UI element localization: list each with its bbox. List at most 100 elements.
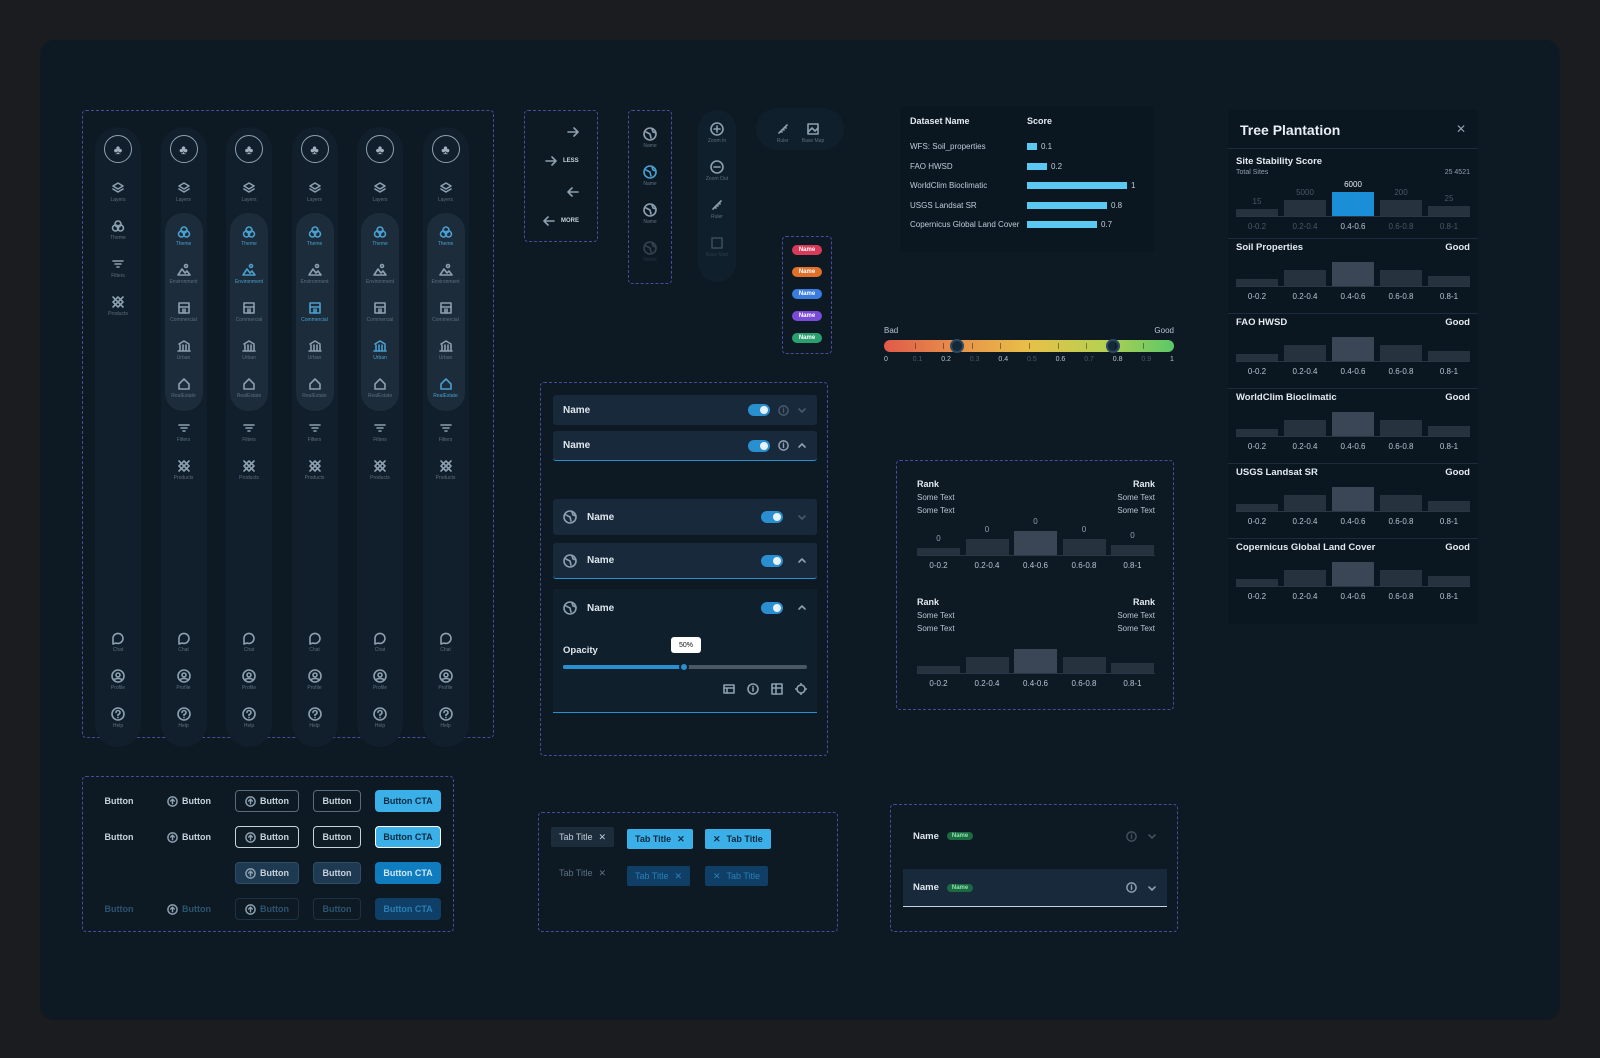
table-icon[interactable]: [723, 683, 735, 695]
chevron-down-icon[interactable]: [1147, 831, 1157, 841]
tree-logo-icon[interactable]: ♣: [300, 135, 329, 163]
sidebar-item-urban[interactable]: Urban: [165, 331, 203, 369]
close-icon[interactable]: ✕: [677, 834, 685, 845]
text-button[interactable]: Button: [97, 790, 141, 812]
tab-disabled-active[interactable]: Tab Title ✕: [627, 866, 691, 886]
layer-toggle[interactable]: [748, 439, 770, 452]
sidebar-item-chat[interactable]: Chat: [423, 623, 469, 661]
tab-disabled[interactable]: Tab Title ✕: [551, 863, 614, 883]
zoom-out-button[interactable]: Zoom Out: [698, 152, 736, 190]
cta-button[interactable]: Button CTA: [375, 790, 441, 812]
icon-text-button[interactable]: Button: [159, 790, 219, 812]
sidebar-item-help[interactable]: Help: [95, 699, 141, 737]
sidebar-item-help[interactable]: Help: [292, 699, 338, 737]
sidebar-item-filters[interactable]: Filters: [161, 413, 207, 451]
target-icon[interactable]: [795, 683, 807, 695]
close-icon[interactable]: ✕: [599, 868, 607, 879]
sidebar-item-profile[interactable]: Profile: [357, 661, 403, 699]
less-button[interactable]: LESS: [545, 155, 579, 167]
chevron-up-icon[interactable]: [797, 603, 807, 613]
sidebar-item-urban[interactable]: Urban: [427, 331, 465, 369]
outline-button[interactable]: Button: [313, 790, 361, 812]
sidebar-item-filters[interactable]: Filters: [423, 413, 469, 451]
layer-toggle[interactable]: [761, 511, 783, 523]
icon-text-button[interactable]: Button: [159, 898, 219, 920]
sidebar-item-help[interactable]: Help: [226, 699, 272, 737]
sidebar-item-environment[interactable]: Environment: [427, 255, 465, 293]
sidebar-item-realestate[interactable]: RealEstate: [361, 369, 399, 407]
close-icon[interactable]: ✕: [675, 871, 683, 882]
layer-row-icon-expanded[interactable]: Name: [553, 543, 817, 579]
outline-icon-button[interactable]: Button: [235, 790, 299, 812]
sidebar-item-chat[interactable]: Chat: [357, 623, 403, 661]
close-icon[interactable]: ✕: [1456, 122, 1466, 136]
ruler-button[interactable]: Ruler: [776, 116, 790, 150]
chevron-down-icon[interactable]: [1147, 883, 1157, 893]
sidebar-item-chat[interactable]: Chat: [161, 623, 207, 661]
sidebar-item-realestate[interactable]: RealEstate: [296, 369, 334, 407]
sidebar-item-theme[interactable]: Theme: [165, 217, 203, 255]
tab-active[interactable]: Tab Title ✕: [627, 829, 693, 849]
layer-row[interactable]: Name: [553, 395, 817, 425]
chevron-up-icon[interactable]: [797, 441, 807, 451]
chevron-down-icon[interactable]: [797, 512, 807, 522]
sidebar-item-chat[interactable]: Chat: [292, 623, 338, 661]
sidebar-item-products[interactable]: Products: [95, 287, 141, 325]
tree-logo-icon[interactable]: ♣: [169, 135, 198, 163]
info-icon[interactable]: [747, 683, 759, 695]
sidebar-item-commercial[interactable]: Commercial: [165, 293, 203, 331]
arrow-left-icon[interactable]: [567, 185, 579, 203]
icon-text-button[interactable]: Button: [159, 826, 219, 848]
more-button[interactable]: MORE: [543, 215, 579, 227]
name-chip[interactable]: Name: [792, 311, 822, 321]
theme-option[interactable]: Name: [629, 119, 671, 157]
zoom-in-button[interactable]: Zoom In: [698, 114, 736, 152]
tab-active-left-close[interactable]: ✕ Tab Title: [705, 829, 771, 849]
outline-icon-button[interactable]: Button: [235, 826, 299, 848]
base-map-button[interactable]: Base Map: [698, 228, 736, 266]
outline-icon-button[interactable]: Button: [235, 898, 299, 920]
sidebar-item-theme[interactable]: Theme: [296, 217, 334, 255]
cta-button[interactable]: Button CTA: [375, 898, 441, 920]
tree-logo-icon[interactable]: ♣: [431, 135, 460, 163]
theme-option[interactable]: Name: [629, 157, 671, 195]
info-icon[interactable]: [778, 440, 789, 451]
tab-disabled-active-left[interactable]: ✕ Tab Title: [705, 866, 769, 886]
sidebar-item-profile[interactable]: Profile: [292, 661, 338, 699]
sidebar-item-products[interactable]: Products: [226, 451, 272, 489]
sidebar-item-filters[interactable]: Filters: [357, 413, 403, 451]
tab-default[interactable]: Tab Title ✕: [551, 827, 615, 847]
grid-icon[interactable]: [771, 683, 783, 695]
sidebar-item-commercial[interactable]: Commercial: [296, 293, 334, 331]
tree-logo-icon[interactable]: ♣: [366, 135, 394, 163]
sidebar-item-products[interactable]: Products: [292, 451, 338, 489]
layer-row-icon[interactable]: Name: [553, 499, 817, 535]
sidebar-item-profile[interactable]: Profile: [423, 661, 469, 699]
name-chip[interactable]: Name: [792, 245, 822, 255]
sidebar-item-products[interactable]: Products: [423, 451, 469, 489]
sidebar-item-chat[interactable]: Chat: [226, 623, 272, 661]
close-icon[interactable]: ✕: [713, 871, 721, 882]
tree-logo-icon[interactable]: ♣: [235, 135, 263, 163]
sidebar-item-commercial[interactable]: Commercial: [427, 293, 465, 331]
arrow-right-icon[interactable]: [567, 125, 579, 143]
outline-button[interactable]: Button: [313, 826, 361, 848]
sidebar-item-filters[interactable]: Filters: [292, 413, 338, 451]
opacity-slider-handle[interactable]: [679, 662, 689, 672]
sidebar-item-commercial[interactable]: Commercial: [230, 293, 268, 331]
sidebar-item-help[interactable]: Help: [423, 699, 469, 737]
outline-button[interactable]: Button: [313, 862, 361, 884]
sidebar-item-urban[interactable]: Urban: [230, 331, 268, 369]
info-icon[interactable]: [1126, 882, 1137, 893]
layer-toggle[interactable]: [748, 404, 770, 416]
sidebar-item-environment[interactable]: Environment: [296, 255, 334, 293]
sidebar-item-environment[interactable]: Environment: [165, 255, 203, 293]
accordion-row-hover[interactable]: Name Name: [903, 869, 1167, 907]
sidebar-item-commercial[interactable]: Commercial: [361, 293, 399, 331]
sidebar-item-products[interactable]: Products: [161, 451, 207, 489]
sidebar-item-profile[interactable]: Profile: [226, 661, 272, 699]
info-icon[interactable]: [778, 404, 789, 416]
sidebar-item-realestate[interactable]: RealEstate: [427, 369, 465, 407]
close-icon[interactable]: ✕: [599, 832, 607, 843]
cta-button[interactable]: Button CTA: [375, 862, 441, 884]
